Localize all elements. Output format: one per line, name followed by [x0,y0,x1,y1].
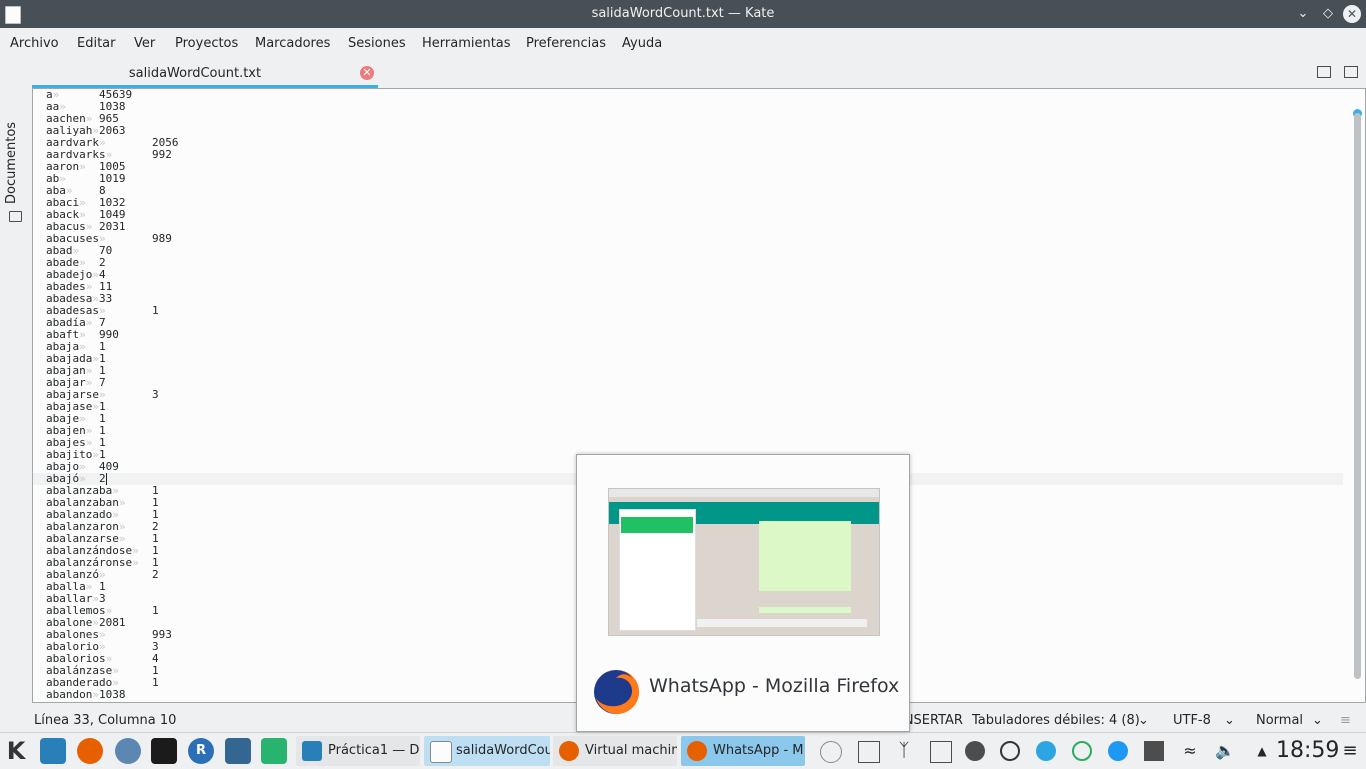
menu-archivo[interactable]: Archivo [10,36,59,51]
side-panel-strip: Documentos [0,60,30,706]
folder-open-icon[interactable] [1317,66,1331,78]
indentation-setting[interactable]: Tabuladores débiles: 4 (8) [972,713,1140,728]
window-titlebar[interactable]: salidaWordCount.txt — Kate ⌄ ◇ ✕ [0,0,1366,28]
thunderbird-icon[interactable] [115,738,141,764]
firefox-icon [594,669,640,714]
tab-label: salidaWordCount.txt [128,66,262,81]
r-language-icon[interactable]: R [188,738,214,764]
security-shield-icon[interactable] [1144,741,1164,761]
chevron-down-icon: ⌄ [1312,713,1323,728]
neon-icon[interactable] [151,738,177,764]
virtualbox-icon[interactable] [261,738,287,764]
tray-expand-icon[interactable]: ▲ [1252,741,1272,761]
task-label: salidaWordCou [456,743,550,758]
menu-sesiones[interactable]: Sesiones [348,36,406,51]
user-switch-icon[interactable] [820,741,842,763]
accessibility-icon[interactable] [1108,741,1128,761]
count-text: 989 [151,232,172,245]
menu-editar[interactable]: Editar [77,36,116,51]
editor-lines: a» 45639 aa» 1038 aachen» 965 aaliyah»2063 a… [46,89,178,701]
count-text: 1 [151,604,159,617]
cloud-sync-icon[interactable] [1072,741,1092,761]
highlighting-selector[interactable]: Normal [1256,713,1303,728]
task-salidawordcount[interactable]: salidaWordCou [424,736,550,766]
tab-salidawordcount[interactable]: salidaWordCount.txt ✕ [32,62,378,88]
window-thumbnail[interactable] [608,488,880,636]
text-file-icon [430,741,452,763]
media-player-icon[interactable] [1000,741,1020,761]
postgresql-icon[interactable] [225,738,251,764]
chevron-down-icon: ⌄ [1224,713,1235,728]
volume-icon[interactable]: 🔈 [1215,741,1235,761]
minimize-button[interactable]: ⌄ [1294,5,1312,23]
task-virtual-machine[interactable]: Virtual machin [553,736,677,766]
scrollbar-thumb[interactable] [1354,113,1361,679]
vertical-scrollbar[interactable] [1349,89,1365,702]
menu-ver[interactable]: Ver [134,36,155,51]
menu-herramientas[interactable]: Herramientas [422,36,511,51]
storage-device-icon[interactable] [930,741,952,763]
taskbar: K R Práctica1 — D salidaWordCou Virtual … [0,732,1366,769]
count-text: 1038 [98,688,126,701]
menu-proyectos[interactable]: Proyectos [175,36,238,51]
count-text: 1 [151,676,159,689]
kde-launcher-icon[interactable]: K [3,738,29,764]
task-whatsapp[interactable]: WhatsApp - M [681,736,805,766]
firefox-icon[interactable] [77,738,103,764]
notification-banner [621,517,693,533]
task-label: Práctica1 — D [328,743,420,758]
panel-menu-icon[interactable]: ≡ [1340,741,1360,761]
browser-toolbar [609,489,879,497]
tab-bar: salidaWordCount.txt ✕ [30,60,1366,88]
cursor-position[interactable]: Línea 33, Columna 10 [34,713,176,728]
firefox-icon [559,741,579,761]
message-bubble [759,521,851,591]
tab-close-icon[interactable]: ✕ [360,66,374,80]
clock[interactable]: 18:59 [1276,738,1339,763]
folder-icon[interactable] [9,211,22,222]
message-bubble [759,607,851,613]
menu-bar: Archivo Editar Ver Proyectos Marcadores … [0,28,1366,60]
window-title: salidaWordCount.txt — Kate [591,6,775,21]
count-text: 2 [151,568,159,581]
mail-icon[interactable] [40,738,66,764]
menu-marcadores[interactable]: Marcadores [255,36,330,51]
maximize-button[interactable]: ◇ [1319,5,1337,23]
encoding-selector[interactable]: UTF-8 [1173,713,1211,728]
editor-line: abandon»1038 [46,689,178,701]
chevron-down-icon: ⌄ [1138,713,1149,728]
task-label: Virtual machin [585,743,677,758]
message-input [697,619,867,627]
document-icon [302,741,322,761]
firefox-icon [687,741,707,761]
word-text: abandon [46,688,93,701]
bluetooth-icon[interactable]: ᛉ [894,741,914,761]
task-practica1[interactable]: Práctica1 — D [296,736,420,766]
tab-marker: » [98,304,152,317]
menu-lines-icon[interactable]: ≡ [1340,713,1351,728]
steam-icon[interactable] [965,741,985,761]
close-button[interactable]: ✕ [1343,5,1361,23]
preview-title: WhatsApp - Mozilla Firefox [649,675,900,697]
clipboard-icon[interactable] [858,741,880,763]
window-preview-tooltip[interactable]: WhatsApp - Mozilla Firefox [576,454,910,732]
tab-marker: » [92,688,99,701]
menu-ayuda[interactable]: Ayuda [622,36,662,51]
split-view-icon[interactable] [1344,66,1358,78]
documents-tab[interactable]: Documentos [4,122,19,204]
telegram-icon[interactable] [1036,741,1056,761]
menu-preferencias[interactable]: Preferencias [526,36,606,51]
tab-marker: » [98,568,152,581]
task-label: WhatsApp - M [713,743,804,758]
wifi-icon[interactable]: ≈ [1180,741,1200,761]
count-text: 992 [151,148,172,161]
count-text: 1 [151,304,159,317]
count-text: 3 [151,388,159,401]
tab-marker: » [98,388,152,401]
